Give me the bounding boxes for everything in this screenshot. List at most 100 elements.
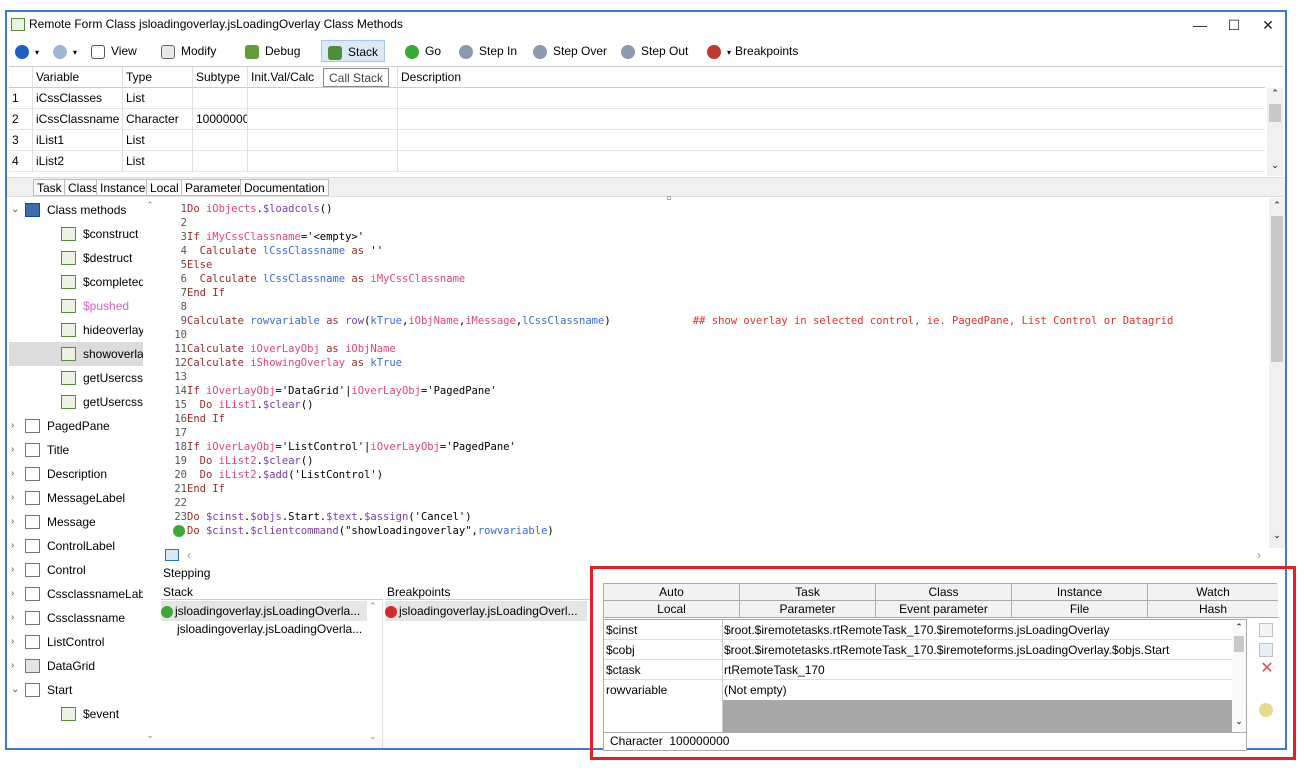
tab-file[interactable]: File — [1012, 601, 1148, 618]
tab-task[interactable]: Task — [33, 179, 66, 196]
code-line[interactable]: 3If iMyCssClassname='<empty>' — [163, 230, 364, 244]
code-editor[interactable]: 1Do iObjects.$loadcols() 2 3If iMyCssClass… — [163, 198, 1269, 548]
type-cell[interactable]: List — [123, 88, 193, 109]
step-in-button[interactable]: Step In — [459, 40, 517, 62]
view-button[interactable]: View — [91, 40, 137, 62]
variable-cell[interactable]: iList2 — [33, 151, 123, 172]
subtype-cell[interactable] — [193, 88, 248, 109]
code-scrollbar-thumb[interactable] — [1271, 216, 1283, 362]
splitter-handle[interactable] — [667, 196, 671, 200]
subtype-column-header[interactable]: Subtype — [193, 67, 248, 88]
tree-item[interactable]: › PagedPane — [9, 414, 157, 438]
delete-icon[interactable]: ✕ — [1259, 661, 1275, 677]
code-line[interactable]: Do $cinst.$clientcommand("showloadingove… — [163, 524, 554, 538]
tree-item[interactable]: › ControlLabel — [9, 534, 157, 558]
tree-item[interactable]: › CssclassnameLab — [9, 582, 157, 606]
tab-parameter[interactable]: Parameter — [740, 601, 876, 618]
description-column-header[interactable]: Description — [398, 67, 1265, 88]
tab-task[interactable]: Task — [740, 584, 876, 601]
initval-cell[interactable] — [248, 130, 398, 151]
tree-item[interactable]: getUsercss — [9, 366, 157, 390]
code-line[interactable]: 4 Calculate lCssClassname as '' — [163, 244, 383, 258]
expand-arrow-icon[interactable]: › — [11, 654, 14, 678]
back-button[interactable]: ▾ — [15, 40, 39, 62]
code-line[interactable]: 23Do $cinst.$objs.Start.$text.$assign('C… — [163, 510, 471, 524]
tab-class[interactable]: Class — [876, 584, 1012, 601]
table-row[interactable]: 4 iList2 List — [9, 151, 1265, 172]
tab-documentation[interactable]: Documentation — [240, 179, 329, 196]
maximize-button[interactable]: ☐ — [1217, 15, 1251, 35]
value-cell[interactable]: (Not empty) — [724, 680, 787, 700]
code-line[interactable]: 11Calculate iOverLayObj as iObjName — [163, 342, 395, 356]
table-row[interactable]: rowvariable (Not empty) — [604, 680, 1246, 700]
code-line[interactable]: 19 Do iList2.$clear() — [163, 454, 313, 468]
tab-instance[interactable]: Instance — [1012, 584, 1148, 601]
scrollbar-thumb[interactable] — [1269, 104, 1281, 122]
table-row[interactable]: 2 iCssClassname Character 100000000 — [9, 109, 1265, 130]
scroll-down-icon[interactable]: ⌄ — [1267, 160, 1283, 171]
hscroll-right-icon[interactable]: › — [1257, 548, 1261, 562]
type-column-header[interactable]: Type — [123, 67, 193, 88]
expand-arrow-icon[interactable]: › — [11, 438, 14, 462]
tree-item[interactable]: $event — [9, 702, 157, 726]
tab-hash[interactable]: Hash — [1148, 601, 1278, 618]
code-line[interactable]: 15 Do iList1.$clear() — [163, 398, 313, 412]
initval-cell[interactable] — [248, 88, 398, 109]
tree-item[interactable]: › Cssclassname — [9, 606, 157, 630]
step-out-button[interactable]: Step Out — [621, 40, 688, 62]
initval-cell[interactable] — [248, 151, 398, 172]
edit-value-icon[interactable] — [1259, 623, 1273, 637]
expand-arrow-icon[interactable]: › — [11, 630, 14, 654]
grid-icon[interactable] — [165, 549, 179, 561]
type-cell[interactable]: List — [123, 151, 193, 172]
code-line[interactable]: 16End If — [163, 412, 225, 426]
expand-arrow-icon[interactable]: › — [11, 462, 14, 486]
tree-scrollbar[interactable]: ⌃ ⌄ — [143, 198, 157, 748]
forward-button[interactable]: ▾ — [53, 40, 77, 62]
variable-cell[interactable]: iCssClasses — [33, 88, 123, 109]
tab-instance[interactable]: Instance — [96, 179, 150, 196]
close-button[interactable]: ✕ — [1251, 15, 1285, 35]
tree-item[interactable]: › Description — [9, 462, 157, 486]
code-line[interactable]: 18If iOverLayObj='ListControl'|iOverLayO… — [163, 440, 515, 454]
stack-scroll-up-icon[interactable]: ⌃ — [369, 601, 377, 612]
values-scroll-up-icon[interactable]: ⌃ — [1232, 622, 1246, 633]
code-line[interactable]: 14If iOverLayObj='DataGrid'|iOverLayObj=… — [163, 384, 496, 398]
code-line[interactable]: 22 — [163, 496, 187, 510]
save-value-icon[interactable] — [1259, 643, 1273, 657]
variable-cell[interactable]: iList1 — [33, 130, 123, 151]
stack-item[interactable]: jsloadingoverlay.jsLoadingOverla... — [161, 601, 367, 621]
values-scrollbar[interactable]: ⌃ ⌄ — [1232, 620, 1246, 732]
expand-arrow-icon[interactable]: › — [11, 510, 14, 534]
scroll-up-icon[interactable]: ⌃ — [1267, 88, 1283, 99]
variable-cell[interactable]: iCssClassname — [33, 109, 123, 130]
stack-item[interactable]: jsloadingoverlay.jsLoadingOverla... — [177, 619, 377, 639]
code-line[interactable]: 5Else — [163, 258, 213, 272]
tree-item[interactable]: › Message — [9, 510, 157, 534]
expand-arrow-icon[interactable]: › — [11, 558, 14, 582]
values-scrollbar-thumb[interactable] — [1234, 636, 1244, 652]
code-line[interactable]: 6 Calculate lCssClassname as iMyCssClass… — [163, 272, 466, 286]
tree-item[interactable]: › ListControl — [9, 630, 157, 654]
expand-arrow-icon[interactable]: › — [11, 414, 14, 438]
expand-arrow-icon[interactable]: › — [11, 606, 14, 630]
expand-arrow-icon[interactable]: › — [11, 582, 14, 606]
code-line[interactable]: 20 Do iList2.$add('ListControl') — [163, 468, 383, 482]
tab-parameter[interactable]: Parameter — [181, 179, 246, 196]
expand-arrow-icon[interactable]: › — [11, 486, 14, 510]
step-over-button[interactable]: Step Over — [533, 40, 607, 62]
collapse-arrow-icon[interactable]: ⌄ — [11, 678, 19, 702]
tree-scroll-up-icon[interactable]: ⌃ — [143, 200, 157, 211]
value-cell[interactable]: $root.$iremotetasks.rtRemoteTask_170.$ir… — [724, 640, 1169, 659]
table-row[interactable]: 3 iList1 List — [9, 130, 1265, 151]
tree-item[interactable]: getUsercss2 — [9, 390, 157, 414]
code-line[interactable]: 17 — [163, 426, 187, 440]
tree-item[interactable]: ⌄ Start — [9, 678, 157, 702]
tab-event-parameter[interactable]: Event parameter — [876, 601, 1012, 618]
code-line[interactable]: 1Do iObjects.$loadcols() — [163, 202, 333, 216]
tree-item[interactable]: $completed — [9, 270, 157, 294]
initval-cell[interactable] — [248, 109, 398, 130]
code-scroll-up-icon[interactable]: ⌃ — [1269, 200, 1285, 211]
collapse-arrow-icon[interactable]: ⌄ — [11, 198, 19, 222]
subtype-cell[interactable] — [193, 151, 248, 172]
